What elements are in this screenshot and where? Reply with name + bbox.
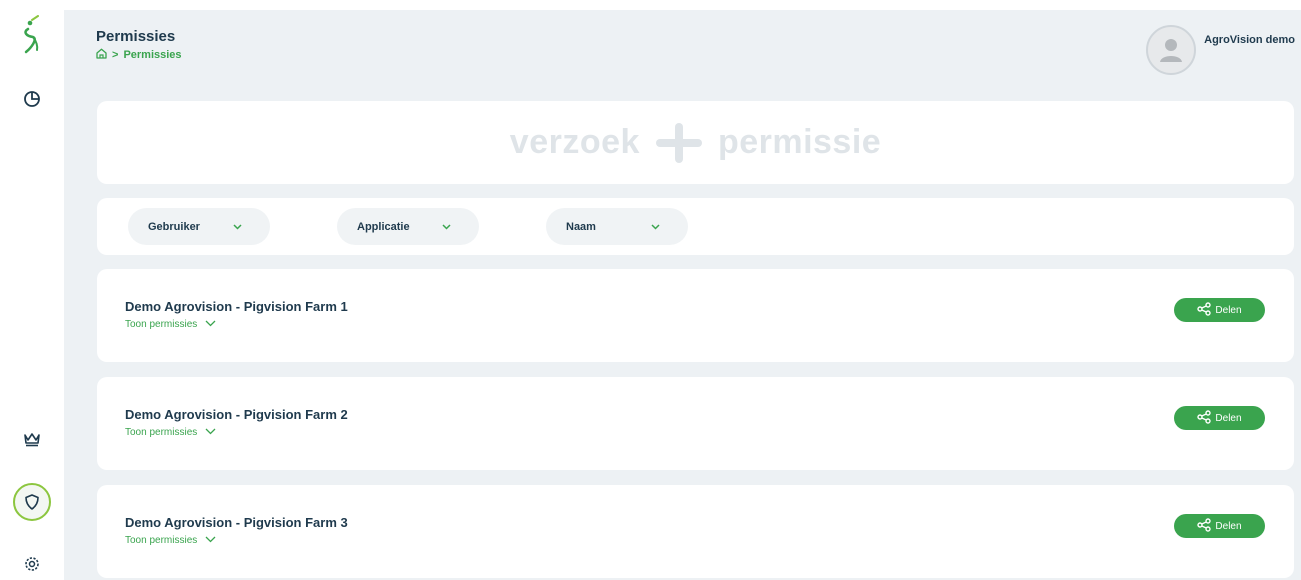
share-button[interactable]: Delen (1174, 406, 1265, 430)
chevron-down-icon (205, 319, 216, 330)
home-icon[interactable] (96, 48, 107, 62)
share-label: Delen (1215, 412, 1242, 424)
toggle-permissions-link[interactable]: Toon permissies (125, 319, 216, 330)
breadcrumb: > Permissies (96, 48, 182, 62)
chevron-down-icon (233, 221, 242, 233)
toggle-label: Toon permissies (125, 535, 198, 546)
share-icon (1197, 409, 1212, 427)
filter-applicatie[interactable]: Applicatie (337, 208, 479, 245)
filter-label: Applicatie (357, 220, 410, 233)
toggle-label: Toon permissies (125, 319, 198, 330)
filter-label: Naam (566, 220, 596, 233)
filter-gebruiker[interactable]: Gebruiker (128, 208, 270, 245)
gear-icon[interactable] (0, 552, 64, 576)
breadcrumb-separator: > (112, 49, 119, 61)
farm-title: Demo Agrovision - Pigvision Farm 2 (125, 407, 348, 422)
request-permission-button[interactable]: verzoek permissie (97, 101, 1294, 184)
toggle-permissions-link[interactable]: Toon permissies (125, 427, 216, 438)
main-content: Permissies > Permissies AgroVision demo … (64, 10, 1301, 580)
farm-card: Demo Agrovision - Pigvision Farm 3 Toon … (97, 485, 1294, 578)
share-icon (1197, 517, 1212, 535)
shield-icon[interactable] (0, 482, 64, 522)
filter-bar: Gebruiker Applicatie Naam (97, 198, 1294, 255)
user-avatar-icon[interactable] (1146, 25, 1197, 75)
chevron-down-icon (205, 535, 216, 546)
toggle-permissions-link[interactable]: Toon permissies (125, 535, 216, 546)
agrovision-logo[interactable] (0, 14, 64, 60)
request-left-text: verzoek (509, 123, 640, 161)
chevron-down-icon (205, 427, 216, 438)
chevron-down-icon (651, 221, 660, 233)
pie-chart-icon[interactable] (0, 86, 64, 112)
chevron-down-icon (442, 221, 451, 233)
farm-title: Demo Agrovision - Pigvision Farm 3 (125, 515, 348, 530)
filter-naam[interactable]: Naam (546, 208, 688, 245)
share-button[interactable]: Delen (1174, 298, 1265, 322)
share-icon (1197, 301, 1212, 319)
farm-title: Demo Agrovision - Pigvision Farm 1 (125, 299, 348, 314)
page-title: Permissies (96, 28, 176, 45)
user-name: AgroVision demo (1204, 34, 1295, 46)
sidebar (0, 0, 64, 580)
share-button[interactable]: Delen (1174, 514, 1265, 538)
breadcrumb-current[interactable]: Permissies (123, 49, 181, 61)
filter-label: Gebruiker (148, 220, 200, 233)
farm-card: Demo Agrovision - Pigvision Farm 1 Toon … (97, 269, 1294, 362)
request-right-text: permissie (717, 123, 882, 161)
share-label: Delen (1215, 520, 1242, 532)
user-menu[interactable]: AgroVision demo (1146, 25, 1295, 75)
farm-card: Demo Agrovision - Pigvision Farm 2 Toon … (97, 377, 1294, 470)
toggle-label: Toon permissies (125, 427, 198, 438)
crown-icon[interactable] (0, 426, 64, 452)
share-label: Delen (1215, 304, 1242, 316)
plus-icon (655, 122, 702, 163)
